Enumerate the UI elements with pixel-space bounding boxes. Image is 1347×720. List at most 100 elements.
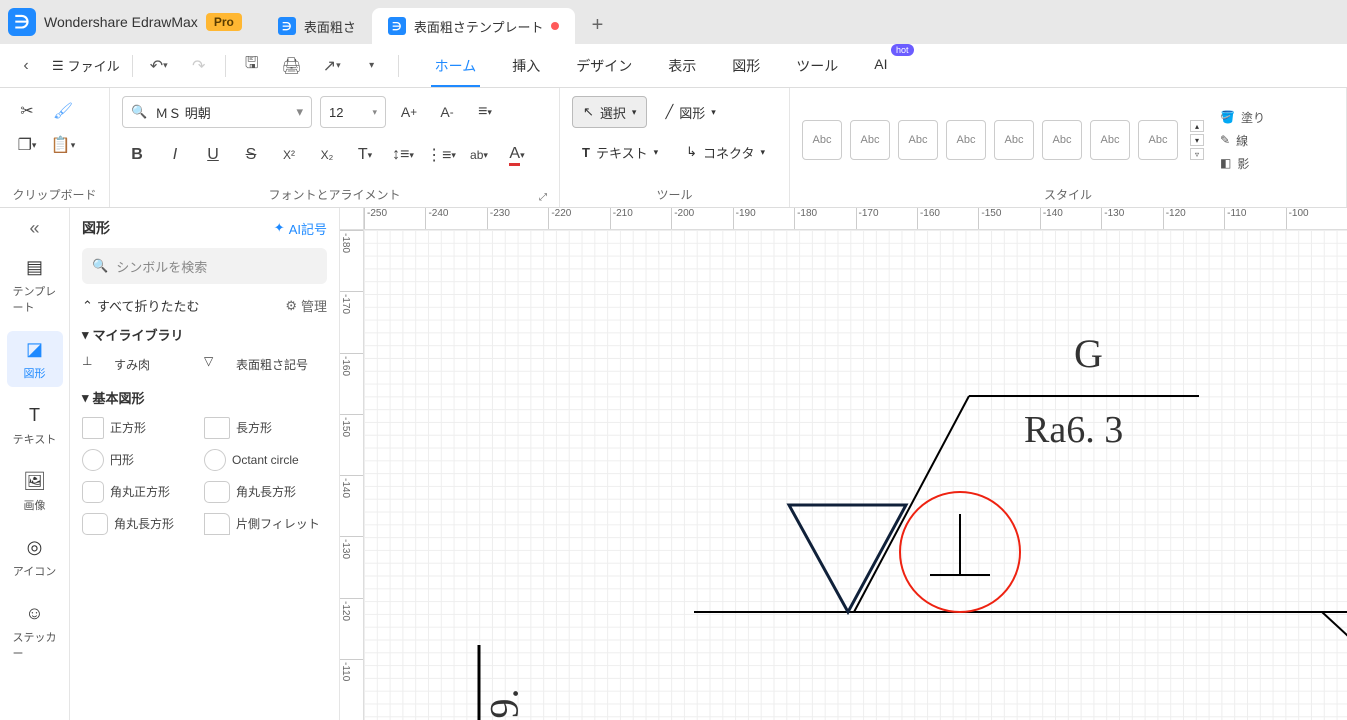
- print-button[interactable]: 🖨: [278, 52, 306, 80]
- horizontal-ruler[interactable]: -250 -240 -230 -220 -210 -200 -190 -180 …: [364, 208, 1347, 230]
- export-button[interactable]: ↗ ▾: [318, 52, 346, 80]
- underline-button[interactable]: U: [198, 140, 228, 170]
- left-nav: « ▤ テンプレート ◪ 図形 T テキスト 🖼 画像 ◎ アイコン ☺ ステッ…: [0, 208, 70, 720]
- shape-thumb: [82, 417, 104, 439]
- style-preset[interactable]: Abc: [994, 120, 1034, 160]
- shape-round-rect2[interactable]: 角丸長方形: [82, 511, 200, 537]
- canvas[interactable]: G Ra6. 3 9.: [364, 230, 1347, 720]
- text-direction-button[interactable]: T ▾: [350, 140, 380, 170]
- subscript-button[interactable]: X₂: [312, 140, 342, 170]
- increase-font-button[interactable]: A+: [394, 97, 424, 127]
- shape-surface[interactable]: ▽表面粗さ記号: [204, 352, 322, 378]
- style-preset[interactable]: Abc: [850, 120, 890, 160]
- tab-shapes[interactable]: 図形: [728, 46, 764, 86]
- shape-round-rect[interactable]: 角丸長方形: [204, 479, 322, 505]
- document-tab[interactable]: ∋ 表面粗さ: [262, 8, 372, 44]
- font-family-select[interactable]: 🔍 ＭＳ 明朝 ▾: [122, 96, 312, 128]
- group-label: フォントとアライメント ⤢: [122, 184, 547, 203]
- label-9[interactable]: 9.: [481, 689, 528, 719]
- strikethrough-button[interactable]: S: [236, 140, 266, 170]
- shape-label: すみ肉: [114, 358, 150, 372]
- style-preset[interactable]: Abc: [1042, 120, 1082, 160]
- style-more[interactable]: ▿: [1190, 148, 1204, 160]
- nav-stickers[interactable]: ☺ ステッカー: [7, 595, 63, 667]
- text-label: テキスト: [596, 143, 648, 162]
- collapse-nav[interactable]: «: [29, 218, 39, 239]
- shape-octant[interactable]: Octant circle: [204, 447, 322, 473]
- group-label: ツール: [572, 184, 777, 203]
- select-tool[interactable]: ↖ 選択 ▾: [572, 96, 647, 128]
- undo-button[interactable]: ↶ ▾: [145, 52, 173, 80]
- tab-home[interactable]: ホーム: [431, 46, 481, 86]
- shape-square[interactable]: 正方形: [82, 415, 200, 441]
- label-Ra[interactable]: Ra6. 3: [1024, 408, 1123, 452]
- redo-button[interactable]: ↷: [185, 52, 213, 80]
- tab-insert[interactable]: 挿入: [508, 46, 544, 86]
- text-tool[interactable]: T テキスト ▾: [572, 136, 668, 168]
- list-button[interactable]: ⋮≡ ▾: [426, 140, 456, 170]
- tab-tools[interactable]: ツール: [792, 46, 842, 86]
- style-preset[interactable]: Abc: [898, 120, 938, 160]
- decrease-font-button[interactable]: A-: [432, 97, 462, 127]
- back-button[interactable]: ‹: [12, 52, 40, 80]
- nav-icons[interactable]: ◎ アイコン: [7, 529, 63, 585]
- connector-tool[interactable]: ↳ コネクタ ▾: [676, 136, 775, 168]
- dialog-launcher[interactable]: ⤢: [539, 192, 547, 203]
- paste-button[interactable]: 📋 ▾: [48, 130, 78, 160]
- style-up[interactable]: ▴: [1190, 120, 1204, 132]
- nav-shapes[interactable]: ◪ 図形: [7, 331, 63, 387]
- shape-circle[interactable]: 円形: [82, 447, 200, 473]
- tab-design[interactable]: デザイン: [572, 46, 636, 86]
- copy-button[interactable]: ❐ ▾: [12, 130, 42, 160]
- shape-sumi[interactable]: ⊥すみ肉: [82, 352, 200, 378]
- nav-templates[interactable]: ▤ テンプレート: [7, 249, 63, 321]
- shape-tool[interactable]: ╱ 図形 ▾: [655, 96, 725, 128]
- file-menu[interactable]: ☰ ファイル: [52, 56, 120, 75]
- document-tab-active[interactable]: ∋ 表面粗さテンプレート: [372, 8, 576, 44]
- fill-option[interactable]: 🪣塗り: [1220, 109, 1265, 126]
- save-button[interactable]: 🖫: [238, 52, 266, 80]
- manage-button[interactable]: ⚙管理: [285, 296, 327, 315]
- collapse-all[interactable]: ⌃すべて折りたたむ: [82, 296, 199, 315]
- style-preset[interactable]: Abc: [802, 120, 842, 160]
- align-button[interactable]: ≡ ▾: [470, 97, 500, 127]
- shape-fillet[interactable]: 片側フィレット: [204, 511, 322, 537]
- tab-view[interactable]: 表示: [664, 46, 700, 86]
- style-preset[interactable]: Abc: [1090, 120, 1130, 160]
- cut-button[interactable]: ✂: [12, 96, 42, 126]
- nav-label: 図形: [24, 365, 46, 381]
- style-preset[interactable]: Abc: [946, 120, 986, 160]
- ruler-tick: -180: [794, 208, 855, 229]
- label-G[interactable]: G: [1074, 330, 1103, 377]
- format-painter-button[interactable]: 🖌: [48, 96, 78, 126]
- vertical-ruler[interactable]: -180 -170 -160 -150 -140 -130 -120 -110: [340, 230, 364, 720]
- style-preset[interactable]: Abc: [1138, 120, 1178, 160]
- shape-label: 角丸長方形: [236, 485, 296, 499]
- italic-button[interactable]: I: [160, 140, 190, 170]
- shape-rectangle[interactable]: 長方形: [204, 415, 322, 441]
- shadow-option[interactable]: ◧影: [1220, 155, 1265, 172]
- font-size-select[interactable]: 12 ▾: [320, 96, 386, 128]
- add-tab-button[interactable]: +: [583, 11, 611, 39]
- ai-label: AI: [874, 56, 887, 72]
- tab-ai[interactable]: AI hot: [870, 46, 891, 86]
- shape-round-square[interactable]: 角丸正方形: [82, 479, 200, 505]
- drawing[interactable]: G Ra6. 3 9.: [364, 230, 1347, 720]
- ai-symbol-button[interactable]: ✦ AI記号: [274, 219, 327, 238]
- line-spacing-button[interactable]: ↕≡ ▾: [388, 140, 418, 170]
- bucket-icon: 🪣: [1220, 110, 1235, 124]
- doc-icon: ∋: [388, 17, 406, 35]
- search-input[interactable]: 🔍 シンボルを検索: [82, 248, 327, 284]
- nav-images[interactable]: 🖼 画像: [7, 463, 63, 519]
- font-color-button[interactable]: A ▾: [502, 140, 532, 170]
- section-title[interactable]: ▾基本図形: [82, 388, 327, 407]
- nav-text[interactable]: T テキスト: [7, 397, 63, 453]
- superscript-button[interactable]: X²: [274, 140, 304, 170]
- style-down[interactable]: ▾: [1190, 134, 1204, 146]
- bold-button[interactable]: B: [122, 140, 152, 170]
- line-option[interactable]: ✎線: [1220, 132, 1265, 149]
- section-title[interactable]: ▾マイライブラリ: [82, 325, 327, 344]
- more-button[interactable]: ▾: [358, 52, 386, 80]
- case-button[interactable]: ab ▾: [464, 140, 494, 170]
- toolbar: ‹ ☰ ファイル ↶ ▾ ↷ 🖫 🖨 ↗ ▾ ▾ ホーム 挿入 デザイン 表示 …: [0, 44, 1347, 88]
